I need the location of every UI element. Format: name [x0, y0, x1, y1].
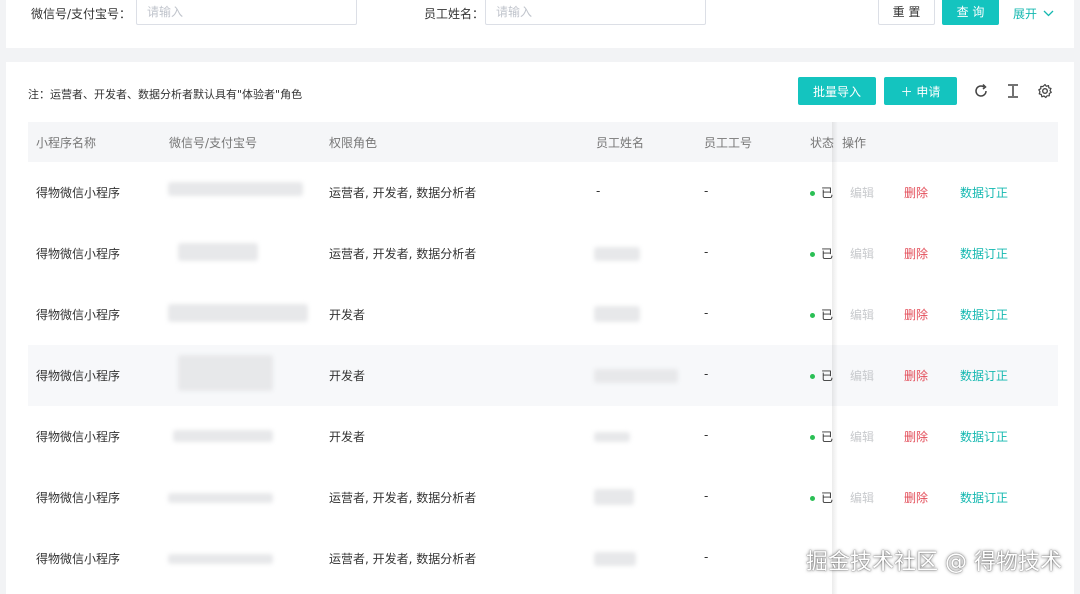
- edit-button[interactable]: 编辑: [850, 306, 874, 323]
- employee-id: -: [704, 245, 709, 259]
- refresh-icon[interactable]: [972, 82, 990, 100]
- status-badge: 已: [810, 184, 833, 201]
- data-fix-button[interactable]: 数据订正: [960, 245, 1008, 262]
- redacted-employee-name: [594, 369, 678, 383]
- expand-label: 展开: [1013, 7, 1038, 21]
- data-fix-button[interactable]: 数据订正: [960, 489, 1008, 506]
- employee-id: -: [704, 367, 709, 381]
- employee-name-label: 员工姓名：: [424, 7, 485, 21]
- redacted-account: [173, 430, 273, 442]
- column-header: 小程序名称: [36, 136, 97, 150]
- delete-button[interactable]: 删除: [904, 428, 928, 445]
- status-badge: 已: [810, 245, 833, 262]
- data-fix-button[interactable]: 数据订正: [960, 184, 1008, 201]
- employee-id: -: [704, 306, 709, 320]
- table-row: 得物微信小程序 运营者, 开发者, 数据分析者 - - 已 编辑 删除 数据订正: [28, 162, 1058, 224]
- role-list: 运营者, 开发者, 数据分析者: [329, 186, 477, 200]
- batch-import-button[interactable]: 批量导入: [798, 77, 876, 105]
- role-note: 注：运营者、开发者、数据分析者默认具有"体验者"角色: [28, 88, 303, 101]
- account-label: 微信号/支付宝号：: [31, 7, 132, 21]
- query-button[interactable]: 查 询: [942, 0, 999, 25]
- employee-id: -: [704, 184, 709, 198]
- redacted-employee-name: [594, 552, 636, 566]
- app-name: 得物微信小程序: [36, 369, 121, 383]
- table-row: 得物微信小程序 开发者 - 已 编辑 删除 数据订正: [28, 406, 1058, 468]
- role-list: 运营者, 开发者, 数据分析者: [329, 491, 477, 505]
- role-list: 运营者, 开发者, 数据分析者: [329, 247, 477, 261]
- delete-button[interactable]: 删除: [904, 367, 928, 384]
- app-name: 得物微信小程序: [36, 247, 121, 261]
- status-badge: 已: [810, 306, 833, 323]
- redacted-account: [168, 182, 303, 196]
- delete-button[interactable]: 删除: [904, 245, 928, 262]
- redacted-employee-name: [594, 432, 630, 442]
- redacted-employee-name: [594, 247, 640, 261]
- watermark: 掘金技术社区 @ 得物技术: [806, 550, 1062, 575]
- data-fix-button[interactable]: 数据订正: [960, 306, 1008, 323]
- edit-button[interactable]: 编辑: [850, 184, 874, 201]
- redacted-account: [168, 493, 273, 503]
- expand-link[interactable]: 展开: [1013, 5, 1054, 22]
- settings-icon[interactable]: [1036, 82, 1054, 100]
- column-height-icon[interactable]: [1004, 82, 1022, 100]
- app-name: 得物微信小程序: [36, 308, 121, 322]
- column-header: 员工工号: [704, 136, 753, 150]
- redacted-employee-name: [594, 306, 640, 322]
- reset-button[interactable]: 重 置: [878, 0, 935, 25]
- edit-button[interactable]: 编辑: [850, 367, 874, 384]
- employee-id: -: [704, 489, 709, 503]
- redacted-account: [178, 243, 258, 261]
- fixed-column-shadow: [832, 122, 838, 594]
- redacted-employee-name: [594, 489, 634, 505]
- status-badge: 已: [810, 428, 833, 445]
- role-list: 开发者: [329, 308, 366, 322]
- app-name: 得物微信小程序: [36, 186, 121, 200]
- edit-button[interactable]: 编辑: [850, 428, 874, 445]
- role-list: 运营者, 开发者, 数据分析者: [329, 552, 477, 566]
- table-row: 得物微信小程序 运营者, 开发者, 数据分析者 - 已 编辑 删除 数据订正: [28, 223, 1058, 285]
- employee-name: -: [596, 184, 601, 198]
- apply-button[interactable]: ＋ 申请: [884, 77, 957, 105]
- delete-button[interactable]: 删除: [904, 306, 928, 323]
- data-fix-button[interactable]: 数据订正: [960, 367, 1008, 384]
- status-badge: 已: [810, 489, 833, 506]
- column-header: 操作: [842, 136, 867, 150]
- status-badge: 已: [810, 367, 833, 384]
- table-row: 得物微信小程序 开发者 - 已 编辑 删除 数据订正: [28, 284, 1058, 346]
- delete-button[interactable]: 删除: [904, 489, 928, 506]
- data-fix-button[interactable]: 数据订正: [960, 428, 1008, 445]
- app-name: 得物微信小程序: [36, 430, 121, 444]
- table-row: 得物微信小程序 开发者 - 已 编辑 删除 数据订正: [28, 345, 1058, 407]
- app-name: 得物微信小程序: [36, 552, 121, 566]
- role-list: 开发者: [329, 369, 366, 383]
- column-header: 权限角色: [329, 136, 378, 150]
- table-panel: 注：运营者、开发者、数据分析者默认具有"体验者"角色 批量导入 ＋ 申请 小程序…: [6, 62, 1074, 594]
- account-input[interactable]: [136, 0, 357, 25]
- column-header: 状态: [810, 136, 835, 150]
- edit-button[interactable]: 编辑: [850, 245, 874, 262]
- column-header: 员工姓名: [596, 136, 645, 150]
- redacted-account: [178, 355, 273, 391]
- table-header: 小程序名称 微信号/支付宝号 权限角色 员工姓名 员工工号 状态 操作: [28, 122, 1058, 162]
- employee-name-input[interactable]: [485, 0, 706, 25]
- app-name: 得物微信小程序: [36, 491, 121, 505]
- employee-id: -: [704, 428, 709, 442]
- delete-button[interactable]: 删除: [904, 184, 928, 201]
- edit-button[interactable]: 编辑: [850, 489, 874, 506]
- redacted-account: [168, 304, 308, 322]
- redacted-account: [168, 554, 273, 564]
- column-header: 微信号/支付宝号: [169, 136, 258, 150]
- role-list: 开发者: [329, 430, 366, 444]
- table-row: 得物微信小程序 运营者, 开发者, 数据分析者 - 已 编辑 删除 数据订正: [28, 467, 1058, 529]
- employee-id: -: [704, 550, 709, 564]
- chevron-down-icon: [1043, 10, 1054, 17]
- search-panel: 微信号/支付宝号： 员工姓名： 重 置 查 询 展开: [6, 0, 1074, 48]
